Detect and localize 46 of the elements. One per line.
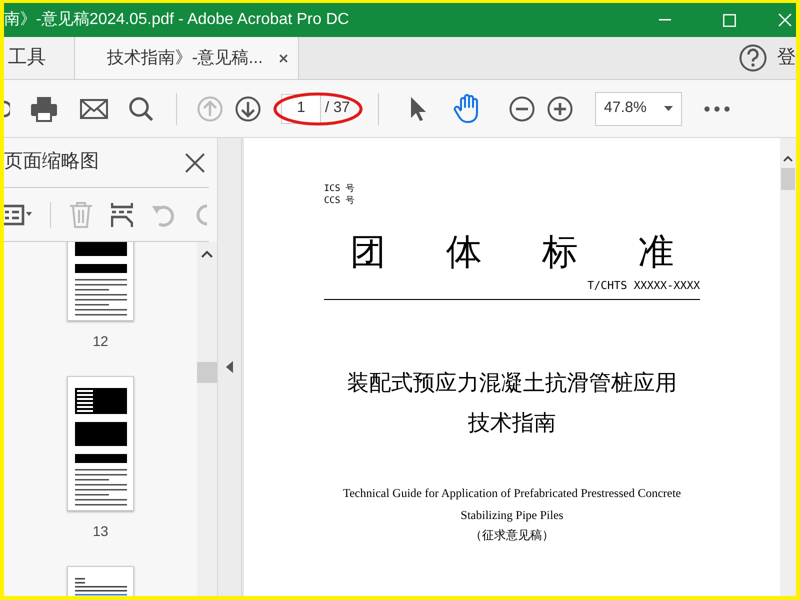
collapse-panel-icon[interactable] <box>226 361 233 373</box>
sign-in-link[interactable]: 登 <box>777 44 796 72</box>
cursor-icon[interactable] <box>409 96 428 122</box>
tab[interactable]: 工具 <box>4 37 74 79</box>
print-icon[interactable] <box>30 96 58 122</box>
scrollbar-thumb[interactable] <box>781 168 795 190</box>
caret-icon <box>664 106 674 111</box>
zoom-dropdown[interactable]: 47.8% <box>595 92 682 126</box>
zoom-out-icon[interactable] <box>509 96 536 122</box>
scroll-up-icon[interactable] <box>783 155 793 162</box>
heading-character: 准 <box>638 232 674 272</box>
list-options-icon[interactable] <box>4 202 32 226</box>
english-title: Technical Guide for Application of Prefabricated Prestressed Concrete <box>342 486 682 500</box>
code-label: CCS 号 <box>324 195 356 207</box>
scrollbar[interactable] <box>197 242 217 596</box>
heading-character: 标 <box>542 232 578 272</box>
page-number-label: 13 <box>92 522 108 541</box>
insert-page-icon[interactable] <box>111 202 133 228</box>
mail-icon[interactable] <box>80 98 108 118</box>
page-number-label: 12 <box>92 332 108 351</box>
page-count: / 37 <box>325 98 350 118</box>
page-thumbnail[interactable] <box>67 376 134 511</box>
close-icon[interactable] <box>185 152 205 172</box>
window-title: 南》-意见稿2024.05.pdf - Adobe Acrobat Pro DC <box>4 10 350 30</box>
search-icon[interactable] <box>128 96 154 122</box>
document-title: 装配式预应力混凝土抗滑管桩应用 <box>347 370 677 396</box>
scroll-up-icon[interactable] <box>201 250 213 258</box>
zoom-in-icon[interactable] <box>547 96 574 122</box>
draft-label: （征求意见稿） <box>470 527 554 544</box>
english-title: Stabilizing Pipe Piles <box>460 508 564 522</box>
hand-icon[interactable] <box>453 94 480 124</box>
panel-title: 页面缩略图 <box>4 150 100 174</box>
tab[interactable]: 技术指南》-意见稿... <box>74 37 299 79</box>
scrollbar-thumb[interactable] <box>197 362 217 383</box>
maximize-icon[interactable] <box>723 14 736 26</box>
close-icon[interactable] <box>278 54 288 62</box>
document-title: 技术指南 <box>468 410 556 436</box>
next-page-icon[interactable] <box>235 96 261 122</box>
more-icon[interactable] <box>704 106 730 112</box>
heading-character: 体 <box>446 232 482 272</box>
heading-character: 团 <box>350 232 386 272</box>
minimize-icon[interactable] <box>659 19 671 21</box>
scrollbar[interactable] <box>780 138 796 596</box>
code-label: ICS 号 <box>324 183 356 195</box>
help-icon[interactable] <box>739 44 767 72</box>
standard-number: T/CHTS XXXXX-XXXX <box>587 278 700 294</box>
